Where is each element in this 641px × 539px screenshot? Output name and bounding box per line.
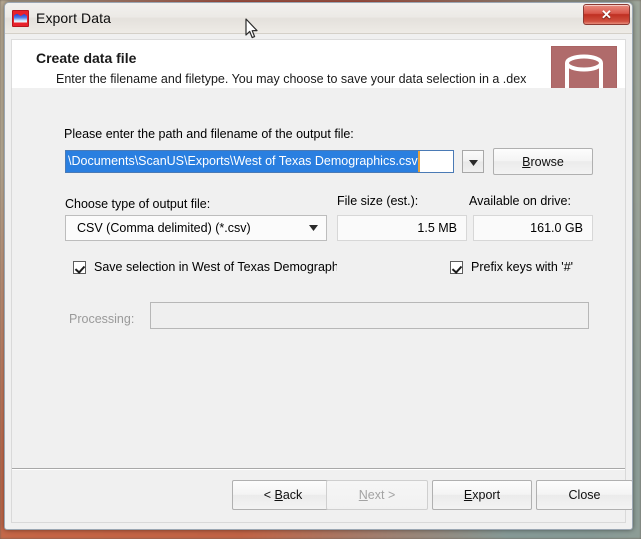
available-on-drive-label: Available on drive: — [469, 194, 571, 208]
output-type-label: Choose type of output file: — [65, 197, 211, 211]
processing-label: Processing: — [69, 312, 135, 326]
title-bar: Export Data ✕ — [5, 3, 632, 34]
save-selection-checkbox[interactable]: Save selection in West of Texas Demograp… — [73, 260, 337, 274]
back-button[interactable]: < Back — [232, 480, 334, 510]
prefix-keys-label: Prefix keys with '#' — [471, 260, 574, 274]
header-title: Create data file — [36, 50, 137, 66]
next-button[interactable]: Next > — [326, 480, 428, 510]
app-icon — [12, 9, 29, 27]
export-data-dialog: Export Data ✕ Create data file Enter the… — [4, 2, 633, 530]
checkmark-icon — [73, 260, 86, 274]
close-window-button[interactable]: ✕ — [583, 4, 630, 25]
file-size-value: 1.5 MB — [337, 215, 467, 241]
output-type-value: CSV (Comma delimited) (*.csv) — [77, 221, 251, 235]
available-on-drive-value: 161.0 GB — [473, 215, 593, 241]
browse-button[interactable]: Browse — [493, 148, 593, 175]
export-button[interactable]: Export — [432, 480, 532, 510]
export-button-label: Export — [463, 488, 501, 502]
close-dialog-button[interactable]: Close — [536, 480, 632, 510]
next-button-label: Next > — [358, 488, 396, 502]
footer-divider — [12, 468, 625, 470]
path-history-dropdown-button[interactable] — [462, 150, 484, 173]
prefix-keys-checkbox[interactable]: Prefix keys with '#' — [450, 260, 573, 274]
checkmark-icon — [450, 260, 463, 274]
browse-button-label: Browse — [522, 154, 564, 169]
footer-button-bar: < Back Next > Export Close — [12, 480, 632, 520]
output-type-select[interactable]: CSV (Comma delimited) (*.csv) — [65, 215, 327, 241]
output-path-input[interactable]: \Documents\ScanUS\Exports\West of Texas … — [65, 150, 454, 173]
save-selection-label: Save selection in West of Texas Demograp… — [94, 260, 337, 274]
back-button-label: < Back — [263, 488, 303, 502]
chevron-down-icon — [468, 155, 478, 169]
output-path-value: \Documents\ScanUS\Exports\West of Texas … — [66, 151, 420, 172]
file-size-label: File size (est.): — [337, 194, 419, 208]
window-title: Export Data — [36, 10, 112, 26]
path-label: Please enter the path and filename of th… — [64, 127, 354, 141]
chevron-down-icon — [300, 225, 326, 231]
dialog-body: Please enter the path and filename of th… — [11, 88, 632, 523]
processing-progress-bar — [150, 302, 589, 329]
